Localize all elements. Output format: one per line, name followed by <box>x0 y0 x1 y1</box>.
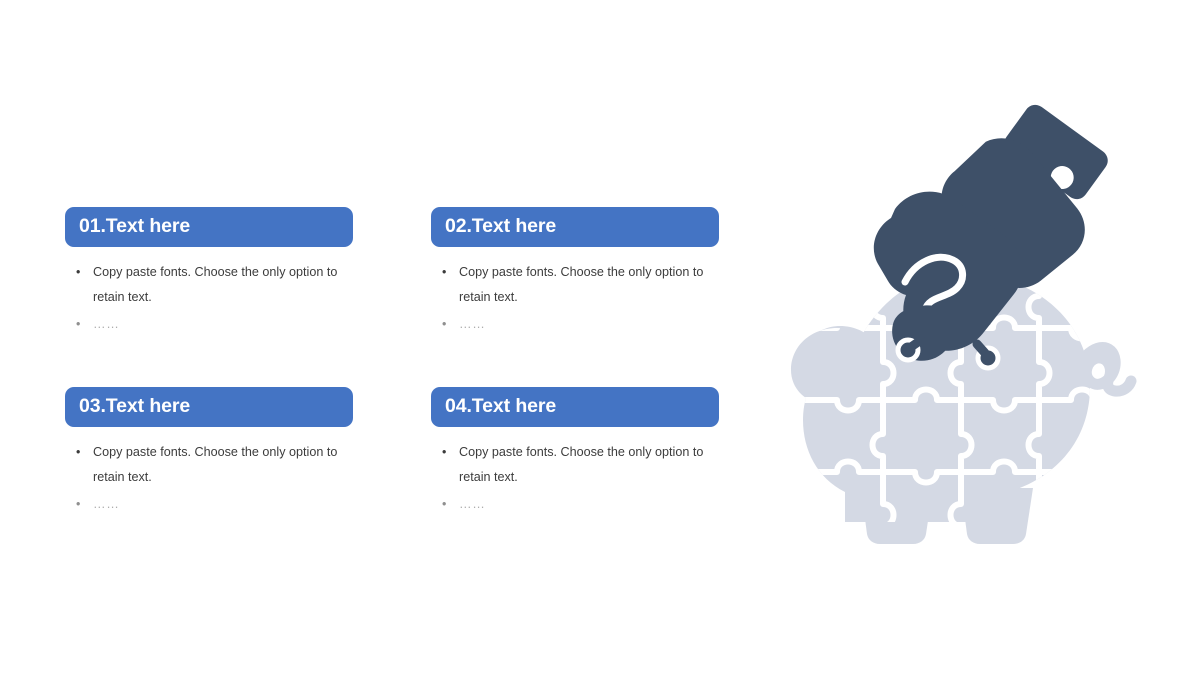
block-1-header-label: 01.Text here <box>79 215 191 238</box>
list-item: • …… <box>431 312 719 337</box>
list-item: • …… <box>65 312 353 337</box>
bullet-dot-icon: • <box>76 497 81 511</box>
bullet-dot-icon: • <box>442 497 447 511</box>
block-1-bullet-2: …… <box>93 317 120 331</box>
list-item: • Copy paste fonts. Choose the only opti… <box>431 260 719 310</box>
block-3-header[interactable]: 03.Text here <box>65 387 353 427</box>
block-4-header-label: 04.Text here <box>445 395 557 418</box>
block-2-header[interactable]: 02.Text here <box>431 207 719 247</box>
block-1-bullet-1: Copy paste fonts. Choose the only option… <box>93 265 338 304</box>
bullet-dot-icon: • <box>442 445 447 459</box>
block-2-bullet-2: …… <box>459 317 486 331</box>
bullet-dot-icon: • <box>442 265 447 279</box>
block-2-header-label: 02.Text here <box>445 215 557 238</box>
block-3-header-label: 03.Text here <box>79 395 191 418</box>
block-3-bullet-list: • Copy paste fonts. Choose the only opti… <box>65 440 353 517</box>
list-item: • …… <box>431 492 719 517</box>
content-block-4: 04.Text here • Copy paste fonts. Choose … <box>431 387 719 533</box>
content-block-1: 01.Text here • Copy paste fonts. Choose … <box>65 207 353 353</box>
block-3-bullet-1: Copy paste fonts. Choose the only option… <box>93 445 338 484</box>
piggy-bank-puzzle-illustration <box>745 100 1165 550</box>
bullet-dot-icon: • <box>76 317 81 331</box>
block-4-bullet-2: …… <box>459 497 486 511</box>
bullet-dot-icon: • <box>76 265 81 279</box>
block-2-bullet-list: • Copy paste fonts. Choose the only opti… <box>431 260 719 337</box>
block-4-bullet-list: • Copy paste fonts. Choose the only opti… <box>431 440 719 517</box>
list-item: • Copy paste fonts. Choose the only opti… <box>65 260 353 310</box>
bullet-dot-icon: • <box>76 445 81 459</box>
bullet-dot-icon: • <box>442 317 447 331</box>
list-item: • Copy paste fonts. Choose the only opti… <box>65 440 353 490</box>
block-3-bullet-2: …… <box>93 497 120 511</box>
block-4-bullet-1: Copy paste fonts. Choose the only option… <box>459 445 704 484</box>
block-1-bullet-list: • Copy paste fonts. Choose the only opti… <box>65 260 353 337</box>
slide-canvas: 01.Text here • Copy paste fonts. Choose … <box>0 0 1200 680</box>
list-item: • Copy paste fonts. Choose the only opti… <box>431 440 719 490</box>
block-1-header[interactable]: 01.Text here <box>65 207 353 247</box>
content-block-2: 02.Text here • Copy paste fonts. Choose … <box>431 207 719 353</box>
content-block-3: 03.Text here • Copy paste fonts. Choose … <box>65 387 353 533</box>
block-4-header[interactable]: 04.Text here <box>431 387 719 427</box>
block-2-bullet-1: Copy paste fonts. Choose the only option… <box>459 265 704 304</box>
list-item: • …… <box>65 492 353 517</box>
